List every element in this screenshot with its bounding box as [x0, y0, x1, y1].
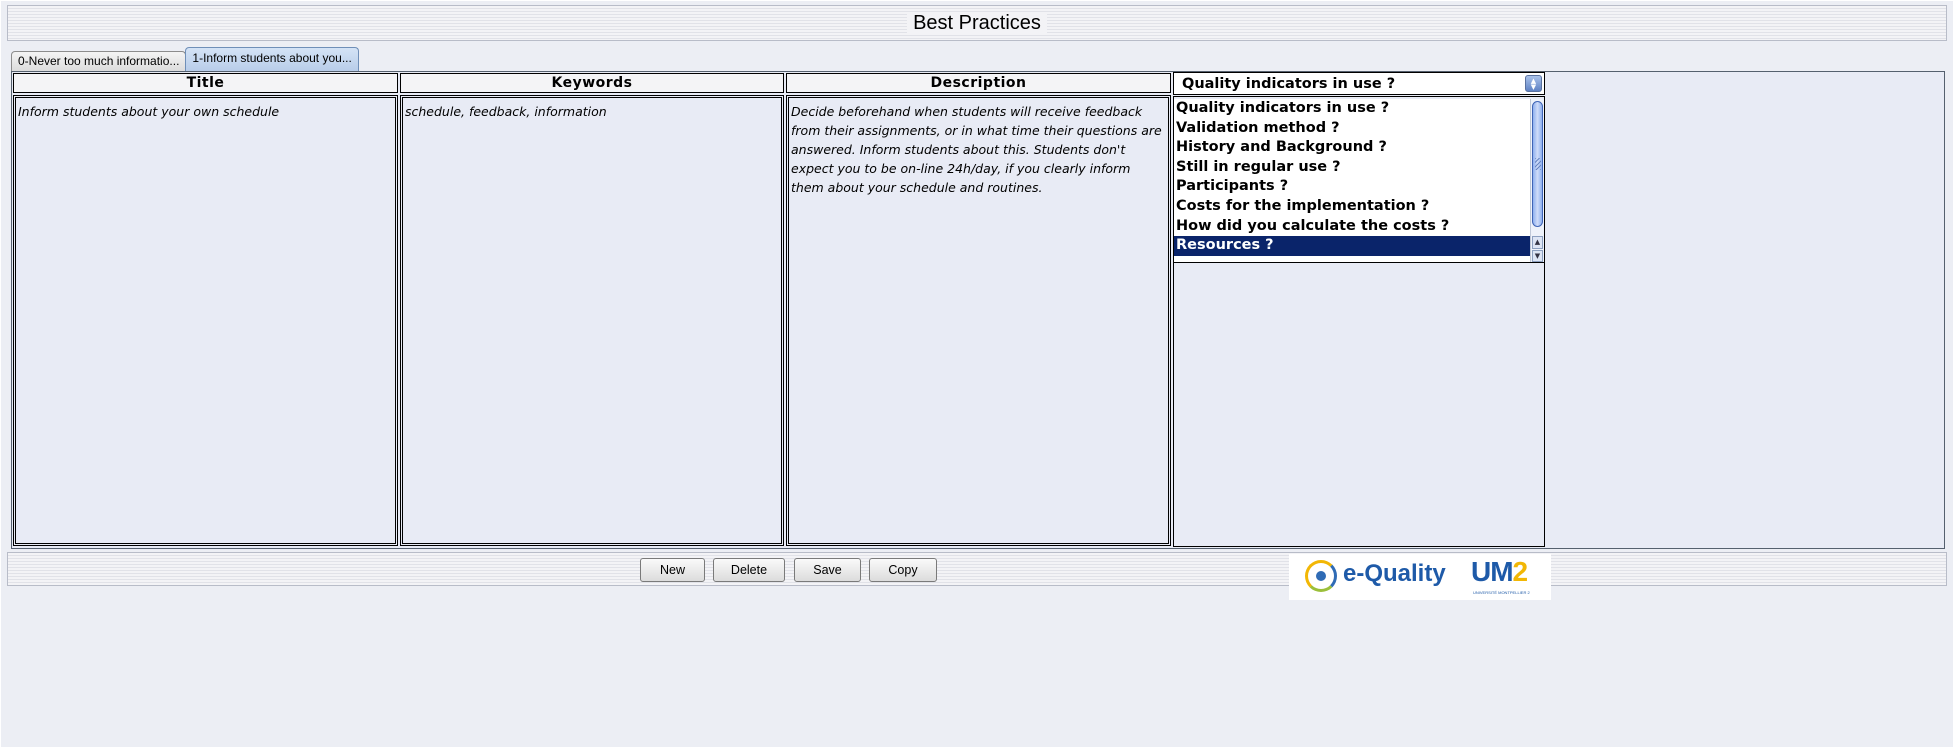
keywords-column-header: Keywords [400, 73, 784, 93]
new-button[interactable]: New [640, 558, 705, 582]
scrollbar-thumb[interactable] [1532, 101, 1543, 227]
keywords-field[interactable]: schedule, feedback, information [400, 95, 784, 546]
list-item[interactable]: Costs for the implementation ? [1174, 197, 1544, 217]
equality-logo-icon [1305, 560, 1337, 592]
scroll-up-icon[interactable]: ▲ [1532, 236, 1543, 249]
copy-button[interactable]: Copy [869, 558, 937, 582]
title-field[interactable]: Inform students about your own schedule [13, 95, 398, 546]
scroll-down-icon[interactable]: ▼ [1532, 249, 1543, 262]
logo: e-Quality UM2 UNIVERSITÉ MONTPELLIER 2 [1289, 554, 1551, 600]
tab-inform-students[interactable]: 1-Inform students about you... [185, 47, 359, 71]
partner-logo: UM2 [1471, 556, 1528, 587]
list-item[interactable]: Still in regular use ? [1174, 158, 1544, 178]
question-list-area: Quality indicators in use ? Validation m… [1173, 96, 1545, 547]
list-item[interactable]: Participants ? [1174, 177, 1544, 197]
list-item[interactable]: History and Background ? [1174, 138, 1544, 158]
page-title: Best Practices [907, 11, 1047, 35]
scroll-buttons: ▲ ▼ [1532, 236, 1543, 262]
list-item[interactable]: Validation method ? [1174, 119, 1544, 139]
description-field[interactable]: Decide beforehand when students will rec… [786, 95, 1171, 546]
question-dropdown-value: Quality indicators in use ? [1182, 75, 1396, 92]
list-item-selected[interactable]: Resources ? [1174, 236, 1544, 256]
tab-strip: 0-Never too much informatio... 1-Inform … [11, 47, 359, 71]
list-scrollbar[interactable]: ▲ ▼ [1530, 99, 1544, 262]
partner-logo-subtitle: UNIVERSITÉ MONTPELLIER 2 [1473, 590, 1530, 595]
delete-button[interactable]: Delete [713, 558, 785, 582]
tab-never-too-much-information[interactable]: 0-Never too much informatio... [11, 51, 187, 71]
button-bar: New Delete Save Copy [7, 552, 1947, 586]
list-item[interactable]: Quality indicators in use ? [1174, 99, 1544, 119]
grip-icon [1535, 158, 1541, 170]
description-column-header: Description [786, 73, 1171, 93]
question-dropdown[interactable]: Quality indicators in use ? ▲ ▼ [1173, 72, 1545, 95]
app-window: Best Practices 0-Never too much informat… [1, 1, 1953, 747]
logo-brand-text: e-Quality [1343, 560, 1446, 587]
question-list[interactable]: Quality indicators in use ? Validation m… [1174, 99, 1544, 263]
title-bar: Best Practices [7, 5, 1947, 41]
title-column-header: Title [13, 73, 398, 93]
best-practice-panel: Title Keywords Description Inform studen… [11, 71, 1945, 549]
dropdown-arrows-icon[interactable]: ▲ ▼ [1525, 75, 1542, 92]
save-button[interactable]: Save [794, 558, 861, 582]
list-item[interactable]: How did you calculate the costs ? [1174, 217, 1544, 237]
